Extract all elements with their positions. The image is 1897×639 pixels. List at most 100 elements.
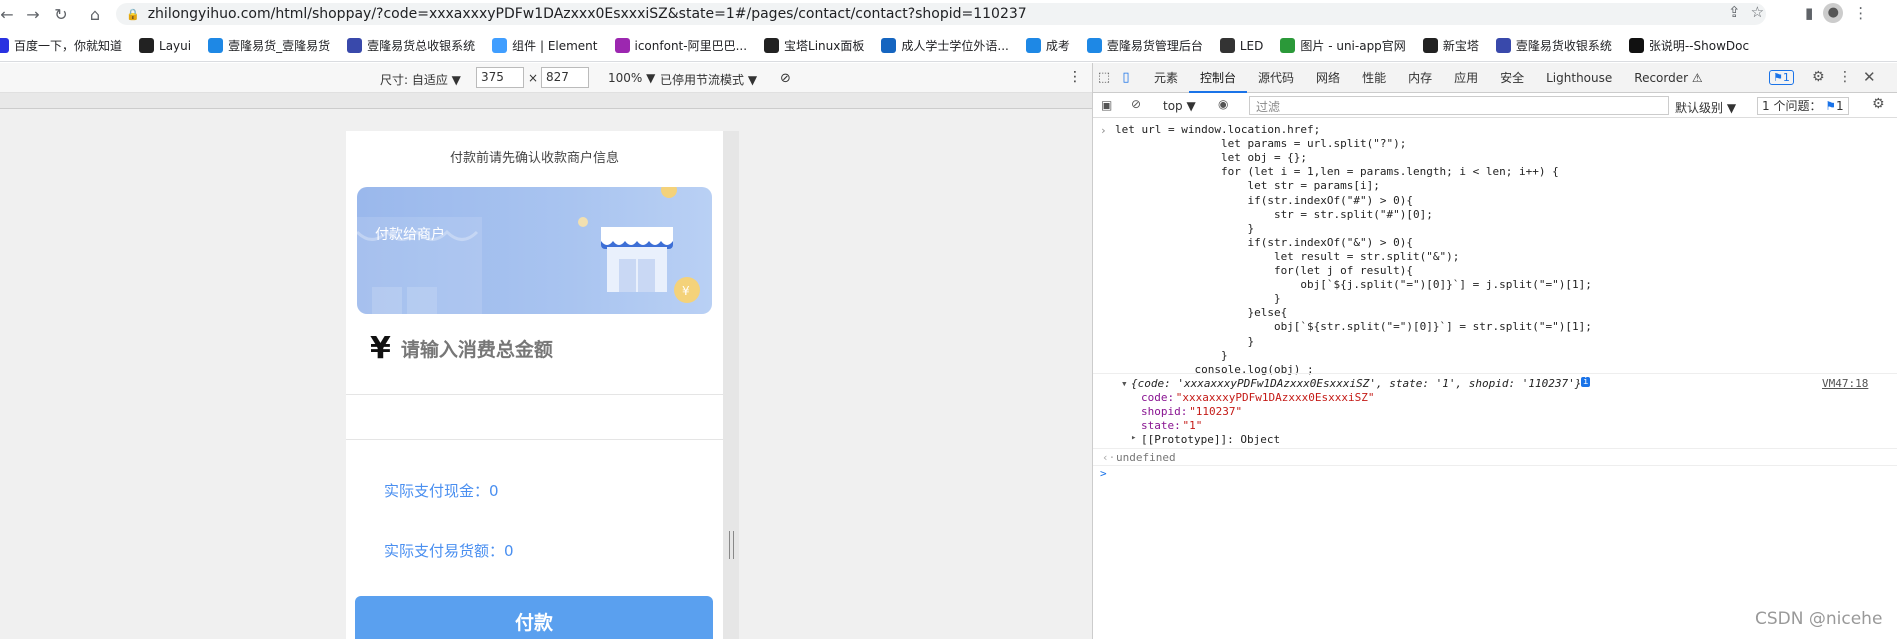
sidebar-toggle-icon[interactable]: ▣ bbox=[1101, 98, 1112, 112]
property-value: "110237" bbox=[1189, 405, 1243, 418]
bookmark-item[interactable]: 图片 - uni-app官网 bbox=[1280, 37, 1406, 54]
close-icon[interactable]: ✕ bbox=[1863, 68, 1876, 86]
settings-gear-icon[interactable]: ⚙ bbox=[1812, 69, 1825, 85]
bookmark-item[interactable]: 新宝塔 bbox=[1422, 37, 1479, 54]
bookmark-item[interactable]: 壹隆易货收银系统 bbox=[1495, 37, 1612, 54]
device-toggle-icon[interactable]: ▯ bbox=[1115, 70, 1137, 85]
amount-input-row[interactable]: ¥ 请输入消费总金额 bbox=[370, 331, 553, 366]
bookmark-item[interactable]: 壹隆易货管理后台 bbox=[1086, 37, 1203, 54]
throttle-dropdown[interactable]: 已停用节流模式 ▼ bbox=[660, 71, 757, 88]
bookmark-item[interactable]: Layui bbox=[139, 38, 191, 53]
devtools-tab[interactable]: 安全 bbox=[1489, 63, 1535, 93]
device-size-dropdown[interactable]: 尺寸: 自适应 ▼ bbox=[380, 71, 461, 88]
share-icon[interactable]: ⇪ bbox=[1728, 3, 1741, 21]
code-line: } bbox=[1115, 334, 1255, 348]
url-field[interactable]: 🔒 zhilongyihuo.com/html/shoppay/?code=xx… bbox=[116, 3, 1766, 25]
devtools-tab[interactable]: 控制台 bbox=[1189, 63, 1248, 93]
collapse-triangle-icon[interactable]: ▸ bbox=[1131, 433, 1136, 443]
devtools-tab[interactable]: Recorder ⚠ bbox=[1623, 63, 1713, 93]
viewport-height-input[interactable]: 827 bbox=[541, 67, 589, 88]
code-line: for (let i = 1,len = params.length; i < … bbox=[1115, 165, 1559, 179]
bookmark-label: 新宝塔 bbox=[1442, 39, 1479, 53]
bookmark-label: 宝塔Linux面板 bbox=[784, 39, 865, 53]
devtools-tab[interactable]: 内存 bbox=[1397, 63, 1443, 93]
inspect-element-icon[interactable]: ⬚ bbox=[1093, 70, 1115, 85]
home-icon[interactable]: ⌂ bbox=[82, 1, 108, 27]
property-value: "xxxaxxxyPDFw1DAzxxx0EsxxxiSZ" bbox=[1175, 391, 1375, 404]
code-line: if(str.indexOf("&") > 0){ bbox=[1115, 235, 1414, 249]
site-icon bbox=[208, 38, 224, 53]
bookmark-item[interactable]: 成人学士学位外语... bbox=[881, 37, 1009, 54]
console-filter-input[interactable]: 过滤 bbox=[1249, 96, 1669, 115]
pay-button[interactable]: 付款 bbox=[355, 596, 713, 639]
bookmark-item[interactable]: 壹隆易货_壹隆易货 bbox=[208, 37, 330, 54]
devtools-more-icon[interactable]: ⋮ bbox=[1838, 69, 1852, 85]
back-arrow-icon[interactable]: ← bbox=[0, 1, 20, 27]
live-expression-eye-icon[interactable]: ◉ bbox=[1218, 97, 1228, 111]
u-icon bbox=[1280, 38, 1296, 53]
devtools-tab[interactable]: Lighthouse bbox=[1535, 63, 1623, 93]
forward-arrow-icon[interactable]: → bbox=[20, 1, 46, 27]
devtools-tab[interactable]: 源代码 bbox=[1247, 63, 1305, 93]
bookmark-item[interactable]: 百度一下，你就知道 bbox=[0, 37, 122, 54]
bookmark-star-icon[interactable]: ☆ bbox=[1751, 3, 1764, 21]
prototype-line[interactable]: [[Prototype]]: Object bbox=[1141, 433, 1280, 446]
bt-icon bbox=[764, 38, 780, 53]
expand-triangle-icon[interactable]: ▾ bbox=[1121, 377, 1128, 390]
rotate-icon[interactable]: ⊘ bbox=[780, 71, 791, 86]
bookmark-item[interactable]: 宝塔Linux面板 bbox=[764, 37, 864, 54]
element-icon bbox=[492, 38, 508, 53]
log-level-dropdown[interactable]: 默认级别 ▼ bbox=[1675, 99, 1736, 116]
amount-input[interactable]: 请输入消费总金额 bbox=[401, 335, 553, 362]
cash-label: 实际支付现金： bbox=[384, 482, 490, 500]
bookmark-label: 张说明--ShowDoc bbox=[1648, 39, 1750, 53]
property-key: shopid: bbox=[1141, 405, 1188, 418]
menu-kebab-icon[interactable]: ⋮ bbox=[1853, 4, 1868, 22]
devtools-tab[interactable]: 性能 bbox=[1351, 63, 1397, 93]
devtools-tab-bar: ⬚ ▯ 元素 控制台 源代码 网络 性能 内存 应用 安全 Lighthouse Recorder… bbox=[1093, 63, 1897, 93]
device-more-icon[interactable]: ⋮ bbox=[1068, 69, 1082, 85]
bt-icon bbox=[1422, 38, 1438, 53]
viewport-resize-handle[interactable] bbox=[729, 531, 734, 559]
issues-badge[interactable]: ⚑1 bbox=[1769, 70, 1794, 85]
globe-icon bbox=[1219, 38, 1235, 53]
bookmark-item[interactable]: LED bbox=[1219, 38, 1263, 53]
profile-avatar-icon[interactable]: ● bbox=[1823, 3, 1844, 23]
code-line: for(let j of result){ bbox=[1115, 264, 1414, 277]
bookmark-item[interactable]: iconfont-阿里巴巴... bbox=[614, 37, 747, 54]
code-line: if(str.indexOf("#") > 0){ bbox=[1115, 193, 1414, 207]
object-summary[interactable]: {code: 'xxxaxxxyPDFw1DAzxxx0EsxxxiSZ', s… bbox=[1131, 377, 1581, 390]
browser-actions: ▮ ● ⋮ bbox=[1805, 3, 1868, 23]
issues-flag-icon: ⚑ bbox=[1825, 99, 1837, 113]
code-line: let obj = {}; bbox=[1115, 151, 1308, 165]
bookmark-item[interactable]: 壹隆易货总收银系统 bbox=[347, 37, 475, 54]
context-dropdown[interactable]: top ▼ bbox=[1163, 99, 1196, 113]
bookmark-item[interactable]: 张说明--ShowDoc bbox=[1628, 37, 1750, 54]
devtools-tab[interactable]: 应用 bbox=[1443, 63, 1489, 93]
bookmark-item[interactable]: 组件 | Element bbox=[492, 37, 598, 54]
code-line: let url = window.location.href; bbox=[1115, 123, 1321, 136]
clear-console-icon[interactable]: ⊘ bbox=[1131, 97, 1141, 111]
barter-value: 0 bbox=[504, 542, 514, 560]
devtools-tab[interactable]: 网络 bbox=[1305, 63, 1351, 93]
site-icon bbox=[347, 38, 363, 53]
pay-to-merchant-label: 付款给商户 bbox=[375, 227, 445, 243]
devtools-tabs: 元素 控制台 源代码 网络 性能 内存 应用 安全 Lighthouse Recorder ⚠ bbox=[1143, 63, 1714, 93]
property-key: code: bbox=[1141, 391, 1175, 404]
info-icon: i bbox=[1581, 377, 1591, 387]
url-text: zhilongyihuo.com/html/shoppay/?code=xxxa… bbox=[147, 6, 1027, 22]
sidebar-icon[interactable]: ▮ bbox=[1805, 4, 1813, 22]
console-prompt[interactable]: > bbox=[1100, 467, 1107, 480]
bookmark-label: 组件 | Element bbox=[512, 39, 598, 53]
mobile-page: 付款前请先确认收款商户信息 ¥ 付款给商户 ¥ 请输入消费总金额 实际支付现金：… bbox=[346, 131, 723, 639]
bookmark-item[interactable]: 成考 bbox=[1025, 37, 1070, 54]
issues-counter[interactable]: 1 个问题： ⚑1 bbox=[1757, 97, 1849, 115]
dimension-separator: × bbox=[528, 71, 539, 85]
zoom-dropdown[interactable]: 100% ▼ bbox=[608, 71, 655, 85]
devtools-tab[interactable]: 元素 bbox=[1143, 63, 1189, 93]
watermark: CSDN @nicehe bbox=[1755, 609, 1883, 629]
reload-icon[interactable]: ↻ bbox=[48, 1, 74, 27]
console-settings-icon[interactable]: ⚙ bbox=[1872, 96, 1885, 112]
viewport-width-input[interactable]: 375 bbox=[476, 67, 524, 88]
source-link[interactable]: VM47:18 bbox=[1822, 377, 1868, 390]
